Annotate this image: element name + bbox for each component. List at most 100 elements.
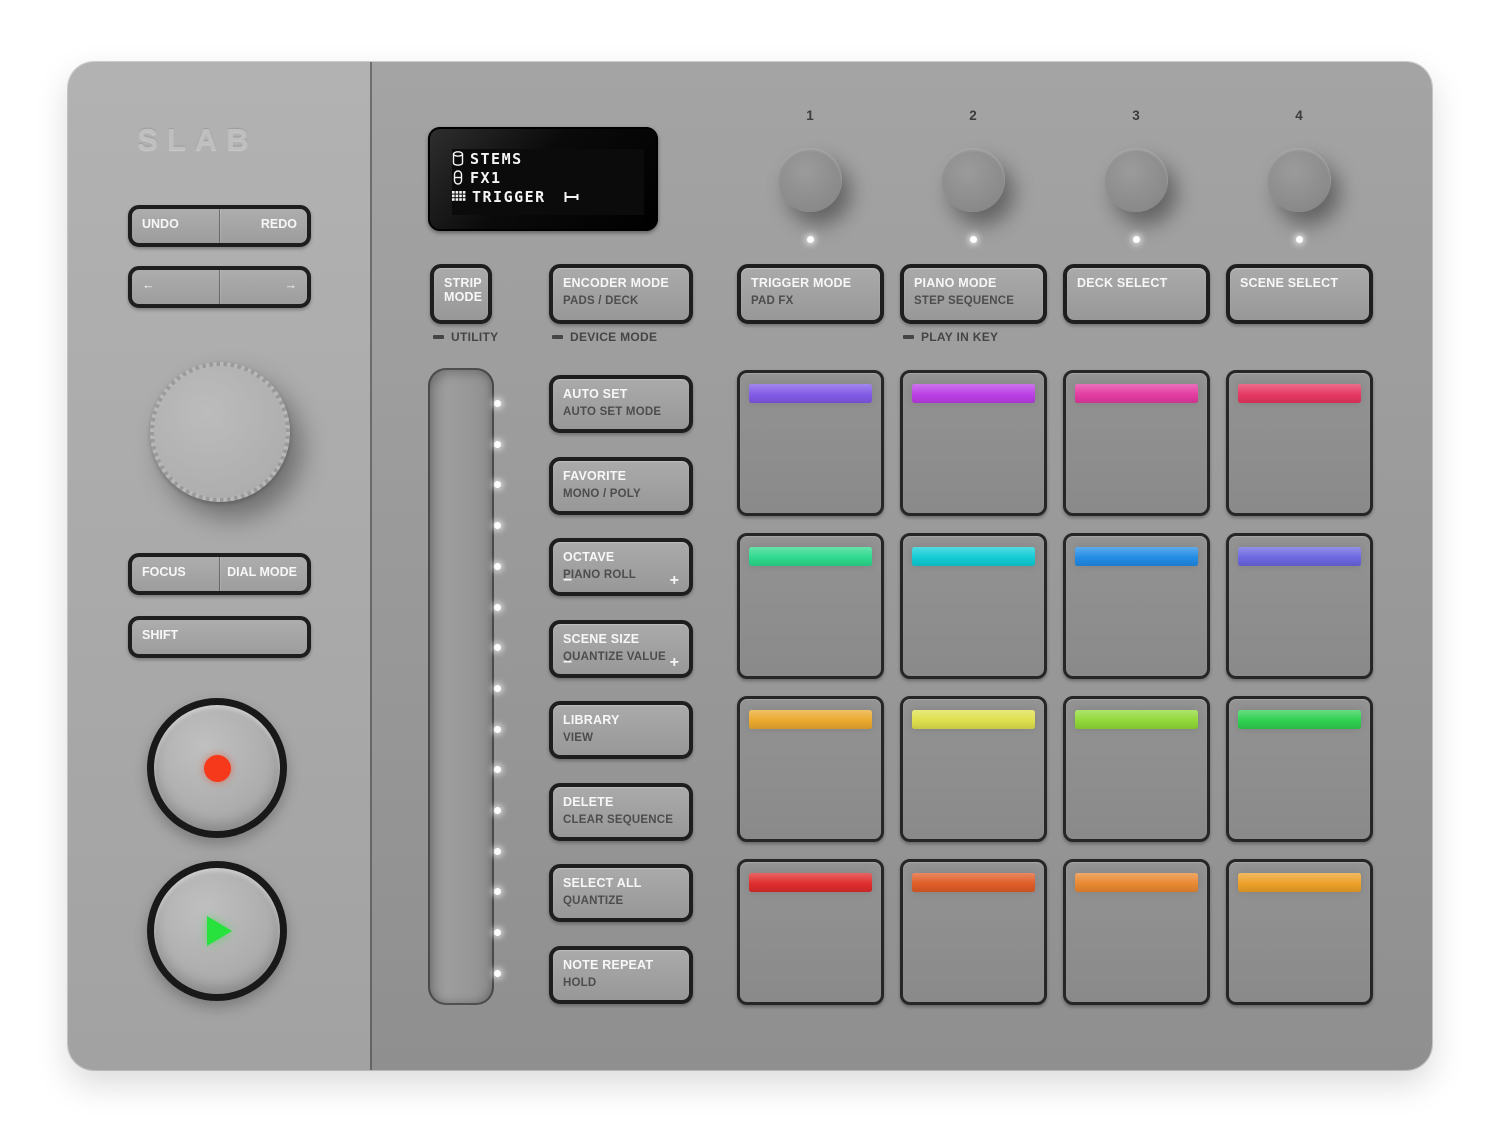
focus-button[interactable]: FOCUS (132, 557, 220, 591)
pad-r2c4[interactable] (1226, 533, 1373, 679)
function-button-favorite-subtitle: MONO / POLY (563, 488, 681, 500)
display-screen: STEMS FX1 TRIGGER (452, 149, 644, 215)
top-button-encoder-mode-subtitle: PADS / DECK (563, 295, 681, 307)
function-button-select-all[interactable]: SELECT ALLQUANTIZE (549, 864, 693, 922)
top-button-scene-select[interactable]: SCENE SELECT (1226, 264, 1373, 324)
display-line-fx: FX1 (452, 168, 644, 187)
pad-r2c1[interactable] (737, 533, 884, 679)
redo-button[interactable]: REDO (220, 209, 308, 243)
knob-led-dot (807, 236, 814, 243)
function-button-octave-subtitle: PIANO ROLL (563, 569, 681, 581)
dial-mode-button[interactable]: DIAL MODE (220, 557, 308, 591)
function-button-scene-size-plus: + (670, 655, 679, 671)
pad-r3c2[interactable] (900, 696, 1047, 842)
function-button-delete[interactable]: DELETE CLEAR SEQUENCE (549, 783, 693, 841)
pad-color-strip (749, 384, 872, 403)
display-line-stems: STEMS (452, 149, 644, 168)
pad-r1c3[interactable] (1063, 370, 1210, 516)
pad-color-strip (1238, 873, 1361, 892)
shift-dash (433, 335, 444, 339)
top-button-strip-mode[interactable]: STRIP MODE (430, 264, 492, 324)
record-button[interactable] (147, 698, 287, 838)
shift-dash (903, 335, 914, 339)
top-button-encoder-mode[interactable]: ENCODER MODEPADS / DECK (549, 264, 693, 324)
pad-r1c2[interactable] (900, 370, 1047, 516)
shift-button[interactable]: SHIFT (128, 616, 311, 658)
display-text: FX1 (470, 169, 502, 187)
focus-dialmode-button-pair: FOCUS DIAL MODE (128, 553, 311, 595)
oled-display: STEMS FX1 TRIGGER (428, 127, 658, 231)
pad-r2c3[interactable] (1063, 533, 1210, 679)
function-button-delete-title: DELETE (563, 795, 681, 809)
top-button-piano-mode-title: PIANO MODE (914, 276, 1035, 290)
knob-led-dot (970, 236, 977, 243)
display-text: STEMS (470, 150, 523, 168)
function-button-library[interactable]: LIBRARYVIEW (549, 701, 693, 759)
function-button-select-all-title: SELECT ALL (563, 876, 681, 890)
pad-r2c2[interactable] (900, 533, 1047, 679)
top-button-encoder-mode-shift-label: DEVICE MODE (552, 330, 657, 344)
strip-led-dot (494, 726, 501, 733)
strip-led-dot (494, 400, 501, 407)
function-button-octave-minus: − (563, 573, 572, 589)
pad-r3c1[interactable] (737, 696, 884, 842)
pad-r4c3[interactable] (1063, 859, 1210, 1005)
top-button-deck-select-title: DECK SELECT (1077, 276, 1198, 290)
function-button-scene-size[interactable]: SCENE SIZEQUANTIZE VALUE−+ (549, 620, 693, 678)
main-dial-knob[interactable] (150, 362, 290, 502)
pad-r3c4[interactable] (1226, 696, 1373, 842)
function-button-favorite-title: FAVORITE (563, 469, 681, 483)
top-button-strip-mode-shift-text: UTILITY (451, 330, 498, 344)
top-button-piano-mode-subtitle: STEP SEQUENCE (914, 295, 1035, 307)
pad-r4c1[interactable] (737, 859, 884, 1005)
arrow-left-button[interactable]: ← (132, 270, 220, 304)
pad-r4c4[interactable] (1226, 859, 1373, 1005)
encoder-knob-3[interactable] (1104, 148, 1168, 212)
pad-color-strip (912, 547, 1035, 566)
function-button-note-repeat[interactable]: NOTE REPEAT HOLD (549, 946, 693, 1004)
arrow-right-button[interactable]: → (220, 270, 308, 304)
top-button-piano-mode-shift-label: PLAY IN KEY (903, 330, 998, 344)
function-button-favorite[interactable]: FAVORITE MONO / POLY (549, 457, 693, 515)
top-button-deck-select[interactable]: DECK SELECT (1063, 264, 1210, 324)
top-button-trigger-mode[interactable]: TRIGGER MODEPAD FX (737, 264, 884, 324)
top-button-strip-mode-shift-label: UTILITY (433, 330, 498, 344)
pad-color-strip (749, 547, 872, 566)
display-text: TRIGGER (472, 188, 546, 206)
top-button-trigger-mode-title: TRIGGER MODE (751, 276, 872, 290)
function-button-octave[interactable]: OCTAVEPIANO ROLL−+ (549, 538, 693, 596)
top-button-piano-mode-shift-text: PLAY IN KEY (921, 330, 998, 344)
play-button[interactable] (147, 861, 287, 1001)
function-button-note-repeat-subtitle: HOLD (563, 977, 681, 989)
pad-color-strip (1238, 547, 1361, 566)
top-button-encoder-mode-shift-text: DEVICE MODE (570, 330, 657, 344)
pad-color-strip (1075, 873, 1198, 892)
arrow-button-pair: ← → (128, 266, 311, 308)
strip-led-dot (494, 604, 501, 611)
pad-color-strip (912, 873, 1035, 892)
encoder-knob-2[interactable] (941, 148, 1005, 212)
function-button-delete-subtitle: CLEAR SEQUENCE (563, 814, 681, 826)
function-button-scene-size-title: SCENE SIZE (563, 632, 681, 646)
pad-r3c3[interactable] (1063, 696, 1210, 842)
top-button-strip-mode-title: STRIP MODE (444, 276, 480, 304)
undo-button[interactable]: UNDO (132, 209, 220, 243)
function-button-auto-set[interactable]: AUTO SETAUTO SET MODE (549, 375, 693, 433)
touch-strip[interactable] (428, 368, 494, 1005)
pad-r4c2[interactable] (900, 859, 1047, 1005)
encoder-knob-4[interactable] (1267, 148, 1331, 212)
brand-logo: SLAB (120, 122, 275, 158)
knob-number-label: 3 (1116, 108, 1156, 123)
pad-color-strip (1238, 384, 1361, 403)
pad-color-strip (749, 710, 872, 729)
pad-r1c4[interactable] (1226, 370, 1373, 516)
function-button-auto-set-subtitle: AUTO SET MODE (563, 406, 681, 418)
function-button-note-repeat-title: NOTE REPEAT (563, 958, 681, 972)
function-button-octave-title: OCTAVE (563, 550, 681, 564)
display-line-trigger: TRIGGER (452, 187, 644, 206)
encoder-knob-1[interactable] (778, 148, 842, 212)
pad-r1c1[interactable] (737, 370, 884, 516)
top-button-piano-mode[interactable]: PIANO MODE STEP SEQUENCE (900, 264, 1047, 324)
knob-led-dot (1133, 236, 1140, 243)
top-button-scene-select-title: SCENE SELECT (1240, 276, 1361, 290)
